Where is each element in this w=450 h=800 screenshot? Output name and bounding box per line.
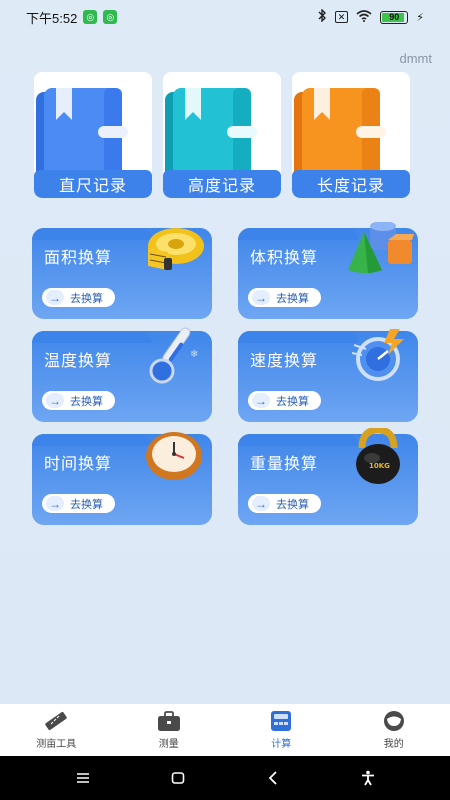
status-time: 下午5:52 bbox=[26, 10, 78, 26]
menu-icon[interactable] bbox=[73, 768, 93, 788]
record-card-ruler[interactable]: 直尺记录 bbox=[34, 72, 152, 198]
nav-item-measure[interactable]: 测量 bbox=[113, 704, 226, 756]
nav-label: 测量 bbox=[158, 739, 179, 750]
card-title: 面积换算 bbox=[44, 250, 113, 267]
calculator-icon bbox=[271, 711, 292, 731]
home-icon[interactable] bbox=[168, 768, 188, 788]
nav-label: 我的 bbox=[383, 739, 404, 750]
app-notification-icon: ◎ bbox=[83, 10, 98, 24]
toolbox-icon bbox=[157, 711, 180, 731]
go-convert-button[interactable]: → 去换算 bbox=[248, 494, 321, 513]
speed-conversion-card[interactable]: 速度换算 → 去换算 bbox=[238, 329, 418, 422]
go-convert-button[interactable]: → 去换算 bbox=[248, 391, 321, 410]
nav-item-tools[interactable]: 测亩工具 bbox=[0, 704, 113, 756]
thermometer-icon: ❄ bbox=[149, 327, 198, 384]
time-conversion-card[interactable]: 时间换算 → 去换算 bbox=[32, 432, 212, 525]
go-convert-label: 去换算 bbox=[276, 498, 309, 511]
card-title: 体积换算 bbox=[250, 250, 319, 267]
arrow-right-icon: → bbox=[252, 496, 270, 511]
arrow-right-icon: → bbox=[46, 393, 64, 408]
record-card-length[interactable]: 长度记录 bbox=[292, 72, 410, 198]
back-icon[interactable] bbox=[263, 768, 283, 788]
go-convert-button[interactable]: → 去换算 bbox=[42, 494, 115, 513]
go-convert-label: 去换算 bbox=[70, 292, 103, 305]
arrow-right-icon: → bbox=[46, 496, 64, 511]
system-nav-bar bbox=[0, 756, 450, 800]
bluetooth-icon bbox=[317, 8, 327, 25]
wifi-icon bbox=[356, 9, 372, 25]
charging-icon: ⚡ bbox=[416, 11, 424, 24]
clock-icon bbox=[146, 432, 202, 480]
nav-label: 计算 bbox=[271, 739, 292, 750]
app-notification-icon: ◎ bbox=[103, 10, 118, 24]
temperature-conversion-card[interactable]: 温度换算 ❄ → 去换算 bbox=[32, 327, 212, 422]
accessibility-icon[interactable] bbox=[358, 768, 378, 788]
card-title: 重量换算 bbox=[250, 456, 319, 473]
go-convert-button[interactable]: → 去换算 bbox=[248, 288, 321, 307]
nav-item-profile[interactable]: 我的 bbox=[338, 704, 450, 756]
go-convert-button[interactable]: → 去换算 bbox=[42, 391, 115, 410]
ruler-icon bbox=[45, 712, 67, 730]
bottom-nav: 测亩工具 测量 计算 我的 bbox=[0, 704, 450, 756]
go-convert-label: 去换算 bbox=[276, 395, 309, 408]
go-convert-label: 去换算 bbox=[276, 292, 309, 305]
card-title: 速度换算 bbox=[250, 353, 319, 370]
svg-text:❄: ❄ bbox=[190, 349, 198, 360]
battery-icon: 90 bbox=[380, 10, 409, 24]
arrow-right-icon: → bbox=[252, 393, 270, 408]
volume-conversion-card[interactable]: 体积换算 → 去换算 bbox=[238, 222, 418, 319]
record-card-height[interactable]: 高度记录 bbox=[163, 72, 281, 198]
kettlebell-icon: 10KG bbox=[356, 428, 400, 484]
battery-level: 90 bbox=[389, 12, 400, 22]
card-title: 温度换算 bbox=[44, 353, 113, 370]
record-cards: 直尺记录 高度记录 长度记录 bbox=[34, 72, 410, 198]
sim-x-icon: ✕ bbox=[334, 11, 349, 23]
conversion-grid: 面积换算 → 去换算 体积换算 → 去换算 温度换算 ❄ → 去换算 速度换算 … bbox=[32, 222, 418, 525]
weight-conversion-card[interactable]: 重量换算 10KG → 去换算 bbox=[238, 428, 418, 525]
arrow-right-icon: → bbox=[252, 290, 270, 305]
speedometer-icon bbox=[351, 329, 404, 381]
status-bar: 下午5:52 ◎ ◎ ✕ 90 ⚡ bbox=[0, 0, 450, 34]
area-conversion-card[interactable]: 面积换算 → 去换算 bbox=[32, 228, 212, 319]
nav-item-calculate[interactable]: 计算 bbox=[225, 704, 338, 756]
profile-icon bbox=[383, 711, 404, 731]
3d-shapes-icon bbox=[348, 222, 414, 273]
go-convert-label: 去换算 bbox=[70, 395, 103, 408]
card-title: 时间换算 bbox=[44, 456, 113, 473]
record-label: 高度记录 bbox=[163, 170, 281, 198]
nav-label: 测亩工具 bbox=[36, 739, 77, 750]
go-convert-label: 去换算 bbox=[70, 498, 103, 511]
record-label: 长度记录 bbox=[292, 170, 410, 198]
username: dmmt bbox=[399, 51, 433, 66]
go-convert-button[interactable]: → 去换算 bbox=[42, 288, 115, 307]
arrow-right-icon: → bbox=[46, 290, 64, 305]
kettlebell-weight-label: 10KG bbox=[369, 462, 390, 470]
tape-measure-icon bbox=[148, 228, 204, 270]
record-label: 直尺记录 bbox=[34, 170, 152, 198]
